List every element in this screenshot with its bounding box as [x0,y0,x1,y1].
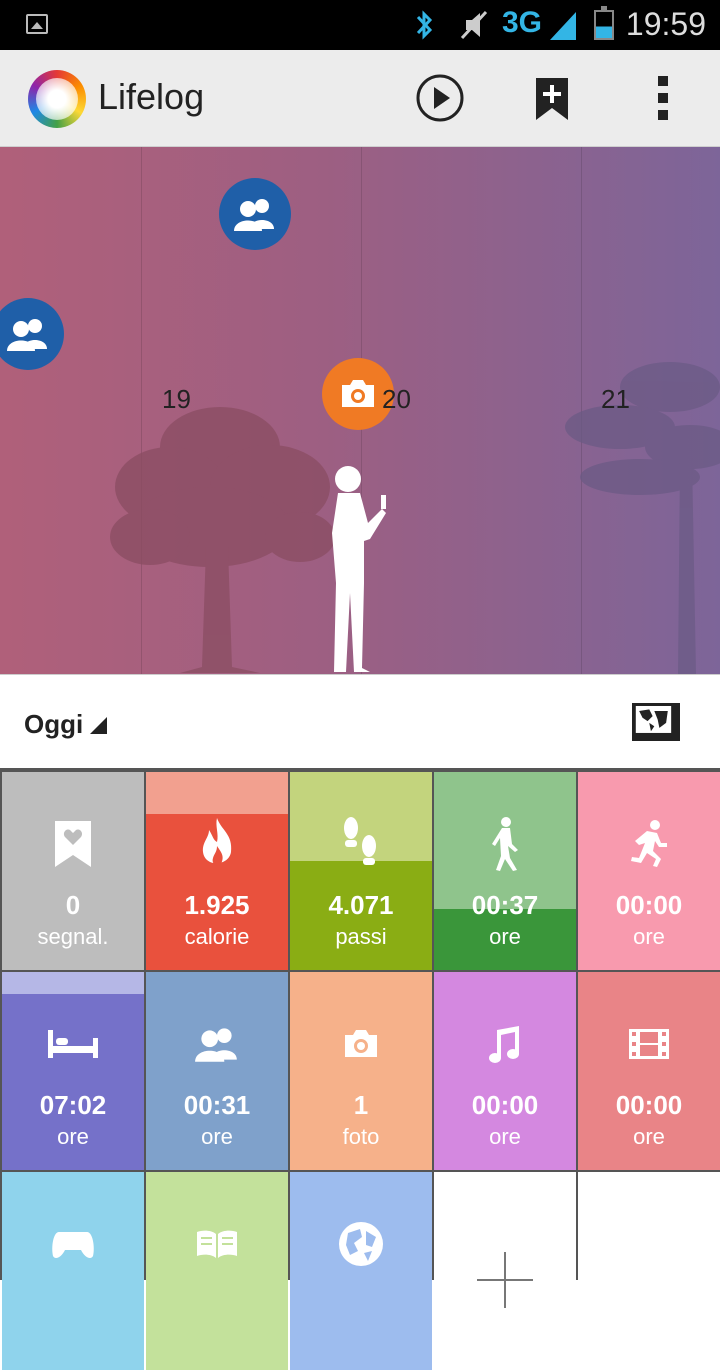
camera-icon [290,1016,432,1072]
tile-walking[interactable]: 00:37 ore [434,772,576,970]
tile-value: 1.925 [184,890,250,920]
dropdown-triangle-icon[interactable] [90,717,107,734]
battery-icon [594,6,614,40]
tile-running[interactable]: 00:00 ore [578,772,720,970]
music-note-icon [434,1016,576,1072]
app-title: Lifelog [98,76,205,117]
tile-unit: ore [489,924,521,949]
play-icon[interactable] [414,72,466,124]
activity-tiles: 0 segnal. 1.925 calorie 4.071 passi 00:37 ore 00… [0,770,720,1370]
hour-label: 21 [601,384,630,414]
walking-icon [434,816,576,872]
tile-unit: ore [633,924,665,949]
tile-music-note[interactable]: 00:00 ore [434,972,576,1170]
tile-gamepad[interactable] [2,1172,144,1370]
people-event-icon[interactable] [0,298,64,370]
network-type: 3G [502,6,543,39]
world-map-icon[interactable] [632,703,680,741]
person-illustration [332,466,386,672]
flame-icon [146,816,288,872]
tile-value: 00:31 [183,1090,251,1120]
running-icon [578,816,720,872]
tile-unit: segnal. [37,924,109,949]
tile-bookmark-heart[interactable]: 0 segnal. [2,772,144,970]
bookmark-add-icon[interactable] [526,72,578,124]
hour-label: 20 [382,384,411,414]
people-icon [146,1016,288,1072]
footsteps-icon [290,816,432,872]
mute-icon [460,10,488,40]
tree-illustration [110,407,335,673]
bluetooth-icon [416,10,433,40]
tile-empty[interactable] [578,1172,720,1370]
clock: 19:59 [625,6,706,42]
tile-value: 1 [353,1090,369,1120]
tile-unit: passi [335,924,387,949]
app-logo-icon[interactable] [28,70,86,128]
tile-book[interactable] [146,1172,288,1370]
tree-illustration [565,362,720,674]
tile-people[interactable]: 00:31 ore [146,972,288,1170]
tile-unit: ore [201,1124,233,1149]
tile-value: 00:00 [615,890,683,920]
action-bar: Lifelog [0,50,720,147]
add-icon [434,1252,576,1308]
tile-value: 0 [65,890,81,920]
status-bar: 3G 19:59 [0,0,720,50]
tile-footsteps[interactable]: 4.071 passi [290,772,432,970]
date-selector[interactable]: Oggi [24,709,83,740]
timeline[interactable]: 19 20 21 [0,147,720,674]
tile-unit: ore [57,1124,89,1149]
tile-unit: foto [342,1124,380,1149]
tile-unit: ore [489,1124,521,1149]
bookmark-heart-icon [2,816,144,872]
tile-value: 00:00 [615,1090,683,1120]
tile-unit: calorie [184,924,250,949]
tile-value: 07:02 [39,1090,107,1120]
gamepad-icon [2,1216,144,1272]
book-icon [146,1216,288,1272]
date-bar: Oggi [0,674,720,770]
bed-icon [2,1016,144,1072]
tile-film[interactable]: 00:00 ore [578,972,720,1170]
tile-value: 4.071 [328,890,394,920]
people-event-icon[interactable] [219,178,291,250]
signal-icon [550,12,576,40]
image-icon [26,14,48,34]
film-icon [578,1016,720,1072]
overflow-menu-icon[interactable] [638,72,690,124]
hour-label: 19 [162,384,191,414]
tile-value: 00:37 [471,890,539,920]
tile-unit: ore [633,1124,665,1149]
tile-value: 00:00 [471,1090,539,1120]
tile-flame[interactable]: 1.925 calorie [146,772,288,970]
tile-camera[interactable]: 1 foto [290,972,432,1170]
tile-bed[interactable]: 07:02 ore [2,972,144,1170]
tile-globe[interactable] [290,1172,432,1370]
globe-icon [290,1216,432,1272]
tile-add[interactable] [434,1172,576,1370]
